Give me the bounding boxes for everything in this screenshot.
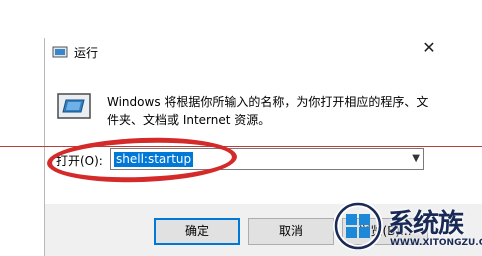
chevron-down-icon[interactable]: ▼ [412, 151, 420, 167]
dialog-title: 运行 [74, 46, 99, 60]
watermark-url: WWW.XITONGZU.COM [390, 238, 482, 248]
ok-button[interactable]: 确定 [154, 218, 240, 245]
close-icon[interactable]: ✕ [420, 39, 438, 57]
run-icon [52, 46, 68, 58]
cancel-button[interactable]: 取消 [248, 218, 334, 245]
watermark-logo-icon [333, 201, 383, 250]
dialog-description: Windows 将根据你所输入的名称，为你打开相应的程序、文件夹、文档或 Int… [107, 95, 429, 127]
run-large-icon [57, 93, 91, 119]
watermark-text: 系统族 [388, 209, 464, 239]
